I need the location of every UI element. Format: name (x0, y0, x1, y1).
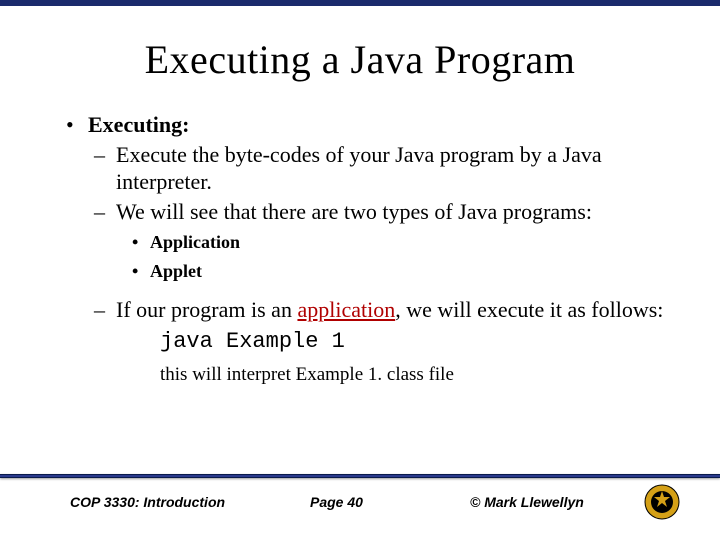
footer-author: © Mark Llewellyn (470, 494, 644, 510)
command-line: java Example 1 (60, 328, 670, 356)
footer-row: COP 3330: Introduction Page 40 © Mark Ll… (0, 478, 720, 520)
slide: Executing a Java Program Executing: Exec… (0, 0, 720, 540)
slide-title: Executing a Java Program (0, 36, 720, 83)
slide-footer: COP 3330: Introduction Page 40 © Mark Ll… (0, 474, 720, 520)
slide-body: Executing: Execute the byte-codes of you… (0, 111, 720, 387)
bullet-level-2: We will see that there are two types of … (60, 198, 670, 226)
footer-page: Page 40 (310, 494, 470, 510)
bullet-level-1: Executing: (60, 111, 670, 139)
text-frag: , we will execute it as follows: (395, 297, 663, 322)
ucf-logo-icon (644, 484, 680, 520)
bullet-level-3-applet: Applet (60, 260, 670, 283)
note-text: this will interpret Example 1. class fil… (60, 363, 670, 387)
top-border-bar (0, 0, 720, 6)
highlight-application: application (297, 297, 395, 322)
bullet-level-2: If our program is an application, we wil… (60, 296, 670, 324)
bullet-level-2: Execute the byte-codes of your Java prog… (60, 141, 670, 196)
bullet-label-executing: Executing: (88, 112, 189, 137)
bullet-level-3-application: Application (60, 231, 670, 254)
text-frag: If our program is an (116, 297, 297, 322)
footer-course: COP 3330: Introduction (70, 494, 310, 510)
